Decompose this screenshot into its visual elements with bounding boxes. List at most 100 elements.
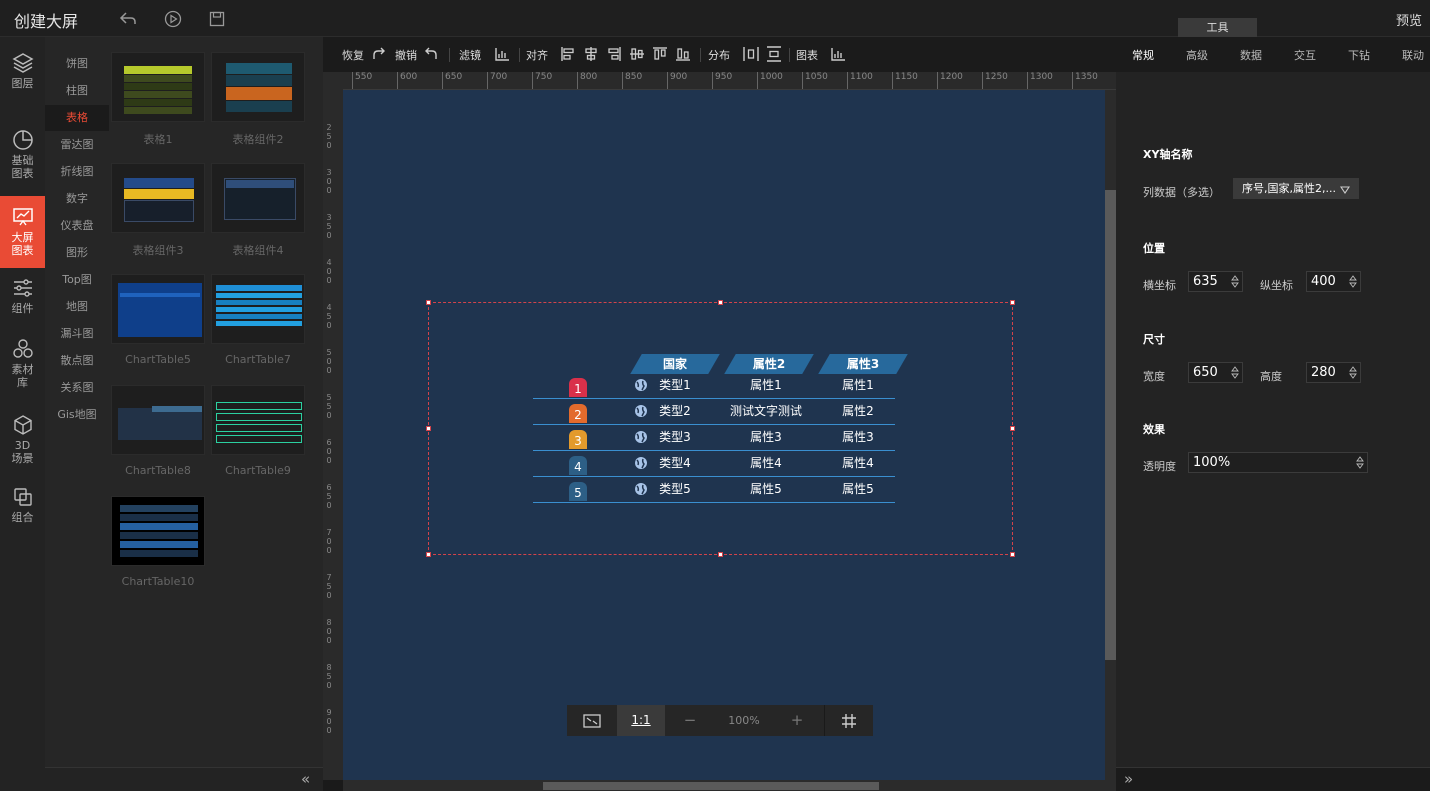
category-item[interactable]: 柱图 [45, 78, 109, 104]
align-button[interactable]: 对齐 [526, 47, 548, 63]
tab-interaction[interactable]: 交互 [1294, 47, 1316, 63]
thumbnail-card[interactable]: ChartTable9 [211, 385, 305, 477]
y-coordinate-input[interactable]: 400 [1306, 271, 1361, 292]
resize-handle[interactable] [1010, 426, 1015, 431]
pie-chart-icon [12, 130, 33, 150]
rail-label: 大屏图表 [11, 231, 34, 257]
x-coordinate-input[interactable]: 635 [1188, 271, 1243, 292]
thumbnail-card[interactable]: 表格组件3 [111, 163, 205, 258]
rail-item-3d-scene[interactable]: 3D场景 [0, 414, 45, 470]
vertical-scrollbar[interactable] [1105, 90, 1116, 780]
resize-handle[interactable] [1010, 300, 1015, 305]
resize-handle[interactable] [718, 300, 723, 305]
category-item[interactable]: 漏斗图 [45, 321, 109, 347]
spinner-icon[interactable] [1349, 274, 1357, 289]
zoom-level: 100% [728, 714, 760, 727]
rail-item-basic-charts[interactable]: 基础图表 [0, 129, 45, 181]
resize-handle[interactable] [426, 552, 431, 557]
thumbnail-image [111, 52, 205, 122]
tab-advanced[interactable]: 高级 [1186, 47, 1208, 63]
align-bottom-icon[interactable] [675, 46, 691, 62]
align-left-icon[interactable] [560, 46, 576, 62]
rail-item-materials[interactable]: 素材库 [0, 338, 45, 398]
tab-drilldown[interactable]: 下钻 [1348, 47, 1370, 63]
rail-item-components[interactable]: 组件 [0, 277, 45, 321]
height-input[interactable]: 280 [1306, 362, 1361, 383]
chart-button[interactable]: 图表 [796, 47, 818, 63]
category-item[interactable]: 图形 [45, 240, 109, 266]
filter-button[interactable]: 滤镜 [459, 47, 481, 63]
distribute-button[interactable]: 分布 [708, 47, 730, 63]
thumbnail-card[interactable]: ChartTable7 [211, 274, 305, 366]
resize-handle[interactable] [426, 300, 431, 305]
spinner-icon[interactable] [1349, 365, 1357, 380]
thumbnail-card[interactable]: 表格组件4 [211, 163, 305, 258]
thumbnail-label: 表格组件4 [232, 244, 284, 257]
thumbnail-card[interactable]: ChartTable5 [111, 274, 205, 366]
rail-item-layers[interactable]: 图层 [0, 52, 45, 102]
category-item[interactable]: Top图 [45, 267, 109, 293]
back-icon[interactable] [118, 9, 138, 29]
undo-button[interactable]: 撤销 [395, 47, 417, 63]
globe-icon [635, 483, 647, 495]
save-icon[interactable] [207, 9, 227, 29]
zoom-bar: 1:1 − 100% + [567, 705, 873, 736]
thumbnail-card[interactable]: 表格组件2 [211, 52, 305, 147]
collapse-right-icon[interactable]: » [1124, 770, 1133, 788]
thumbnail-card[interactable]: ChartTable10 [111, 496, 205, 588]
chart-icon[interactable] [830, 46, 846, 62]
category-item[interactable]: 数字 [45, 186, 109, 212]
grid-icon[interactable] [824, 705, 873, 736]
opacity-input[interactable]: 100% [1188, 452, 1368, 473]
rail-item-screen-charts[interactable]: 大屏图表 [0, 196, 45, 268]
redo-button[interactable]: 恢复 [342, 47, 364, 63]
play-icon[interactable] [163, 9, 183, 29]
preview-button[interactable]: 预览 [1396, 10, 1422, 29]
ruler-tick: 1300 [1027, 72, 1053, 89]
category-item[interactable]: 折线图 [45, 159, 109, 185]
zoom-out-button[interactable]: − [672, 705, 708, 736]
tab-general[interactable]: 常规 [1132, 47, 1154, 63]
category-item[interactable]: Gis地图 [45, 402, 109, 428]
collapse-left-icon[interactable]: « [301, 770, 310, 788]
category-item-active[interactable]: 表格 [45, 105, 109, 131]
spinner-icon[interactable] [1356, 455, 1364, 470]
ruler-corner [323, 72, 343, 90]
scroll-thumb[interactable] [1105, 190, 1116, 660]
undo-icon[interactable] [423, 46, 439, 62]
category-item[interactable]: 关系图 [45, 375, 109, 401]
field-label: 横坐标 [1143, 279, 1176, 292]
scroll-thumb[interactable] [543, 782, 879, 790]
distribute-h-icon[interactable] [743, 46, 759, 62]
horizontal-scrollbar[interactable] [343, 780, 1116, 791]
align-center-v-icon[interactable] [629, 46, 645, 62]
category-item[interactable]: 散点图 [45, 348, 109, 374]
align-top-icon[interactable] [652, 46, 668, 62]
distribute-v-icon[interactable] [766, 46, 782, 62]
bar-chart-icon[interactable] [494, 46, 510, 62]
category-item[interactable]: 仪表盘 [45, 213, 109, 239]
tab-data[interactable]: 数据 [1240, 47, 1262, 63]
thumbnail-card[interactable]: 表格1 [111, 52, 205, 147]
spinner-icon[interactable] [1231, 365, 1239, 380]
resize-handle[interactable] [718, 552, 723, 557]
tools-tab[interactable]: 工具 [1178, 18, 1257, 37]
fit-screen-icon[interactable] [567, 705, 617, 736]
category-item[interactable]: 地图 [45, 294, 109, 320]
category-item[interactable]: 雷达图 [45, 132, 109, 158]
zoom-one-to-one-button[interactable]: 1:1 [617, 705, 665, 736]
spinner-icon[interactable] [1231, 274, 1239, 289]
zoom-in-button[interactable]: + [779, 705, 815, 736]
align-center-h-icon[interactable] [583, 46, 599, 62]
width-input[interactable]: 650 [1188, 362, 1243, 383]
rail-item-group[interactable]: 组合 [0, 486, 45, 530]
align-right-icon[interactable] [606, 46, 622, 62]
ruler-left: 250 300 350 400 450 500 550 600 650 700 … [323, 90, 343, 780]
category-item[interactable]: 饼图 [45, 51, 109, 77]
resize-handle[interactable] [1010, 552, 1015, 557]
resize-handle[interactable] [426, 426, 431, 431]
redo-icon[interactable] [371, 46, 387, 62]
thumbnail-card[interactable]: ChartTable8 [111, 385, 205, 477]
tab-linkage[interactable]: 联动 [1402, 47, 1424, 63]
column-select[interactable]: 序号,国家,属性2,... [1233, 178, 1359, 199]
